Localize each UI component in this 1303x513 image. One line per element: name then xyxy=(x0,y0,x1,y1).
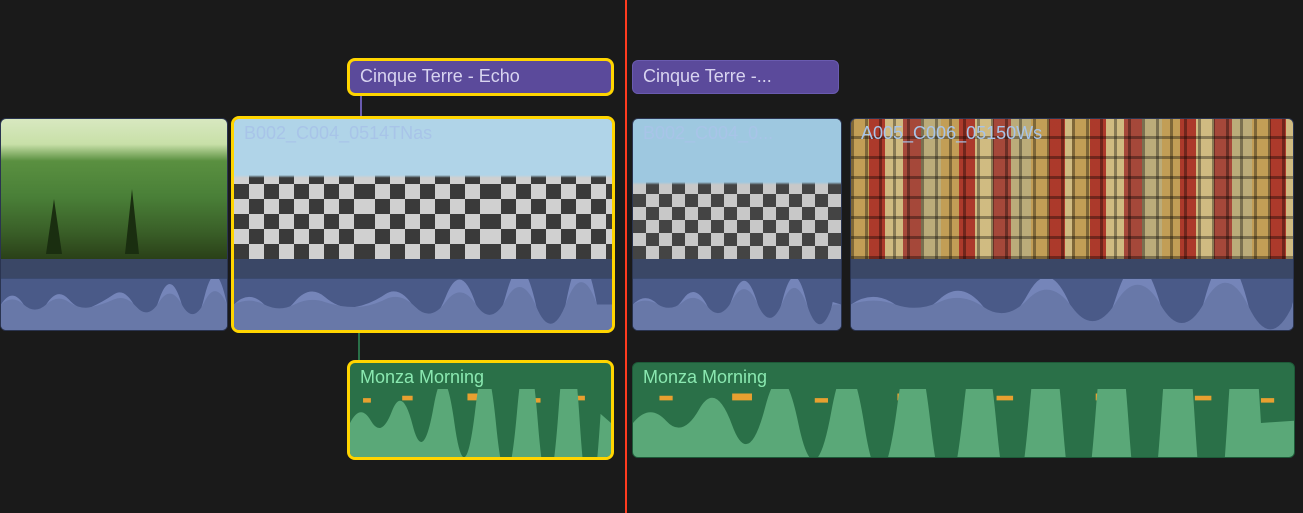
thumbnail-tuscany xyxy=(1,119,227,259)
audio-waveform xyxy=(633,389,1294,457)
video-clip-3[interactable]: B002_C004_0... xyxy=(632,118,842,331)
audio-clip-label: Monza Morning xyxy=(360,367,484,388)
clip-audio-waveform xyxy=(234,278,612,330)
title-clip-echo[interactable]: Cinque Terre - Echo xyxy=(349,60,612,94)
playhead[interactable] xyxy=(625,0,627,513)
thumbnail-checker xyxy=(486,119,612,259)
audio-clip-1[interactable]: Monza Morning xyxy=(349,362,612,458)
audio-waveform xyxy=(350,389,611,457)
title-clip-echo-2[interactable]: Cinque Terre -... xyxy=(632,60,839,94)
video-clip-label: A005_C006_05150Ws xyxy=(861,123,1042,144)
clip-audio-waveform xyxy=(633,278,841,330)
audio-clip-2[interactable]: Monza Morning xyxy=(632,362,1295,458)
video-clip-2[interactable]: B002_C004_0514TNas xyxy=(233,118,613,331)
video-clip-label: B002_C004_0514TNas xyxy=(244,123,432,144)
video-clip-1[interactable] xyxy=(0,118,228,331)
audio-connector xyxy=(358,331,360,362)
clip-audio-waveform xyxy=(1,278,227,330)
title-connector xyxy=(360,94,362,118)
video-clip-4[interactable]: A005_C006_05150Ws xyxy=(850,118,1294,331)
clip-audio-waveform xyxy=(851,278,1293,330)
video-clip-label: B002_C004_0... xyxy=(643,123,773,144)
timeline[interactable]: Cinque Terre - Echo Cinque Terre -... B0… xyxy=(0,0,1303,513)
title-clip-label: Cinque Terre - Echo xyxy=(360,66,520,86)
audio-clip-label: Monza Morning xyxy=(643,367,767,388)
title-clip-label: Cinque Terre -... xyxy=(643,66,772,86)
thumbnail-buildings xyxy=(1072,119,1293,259)
